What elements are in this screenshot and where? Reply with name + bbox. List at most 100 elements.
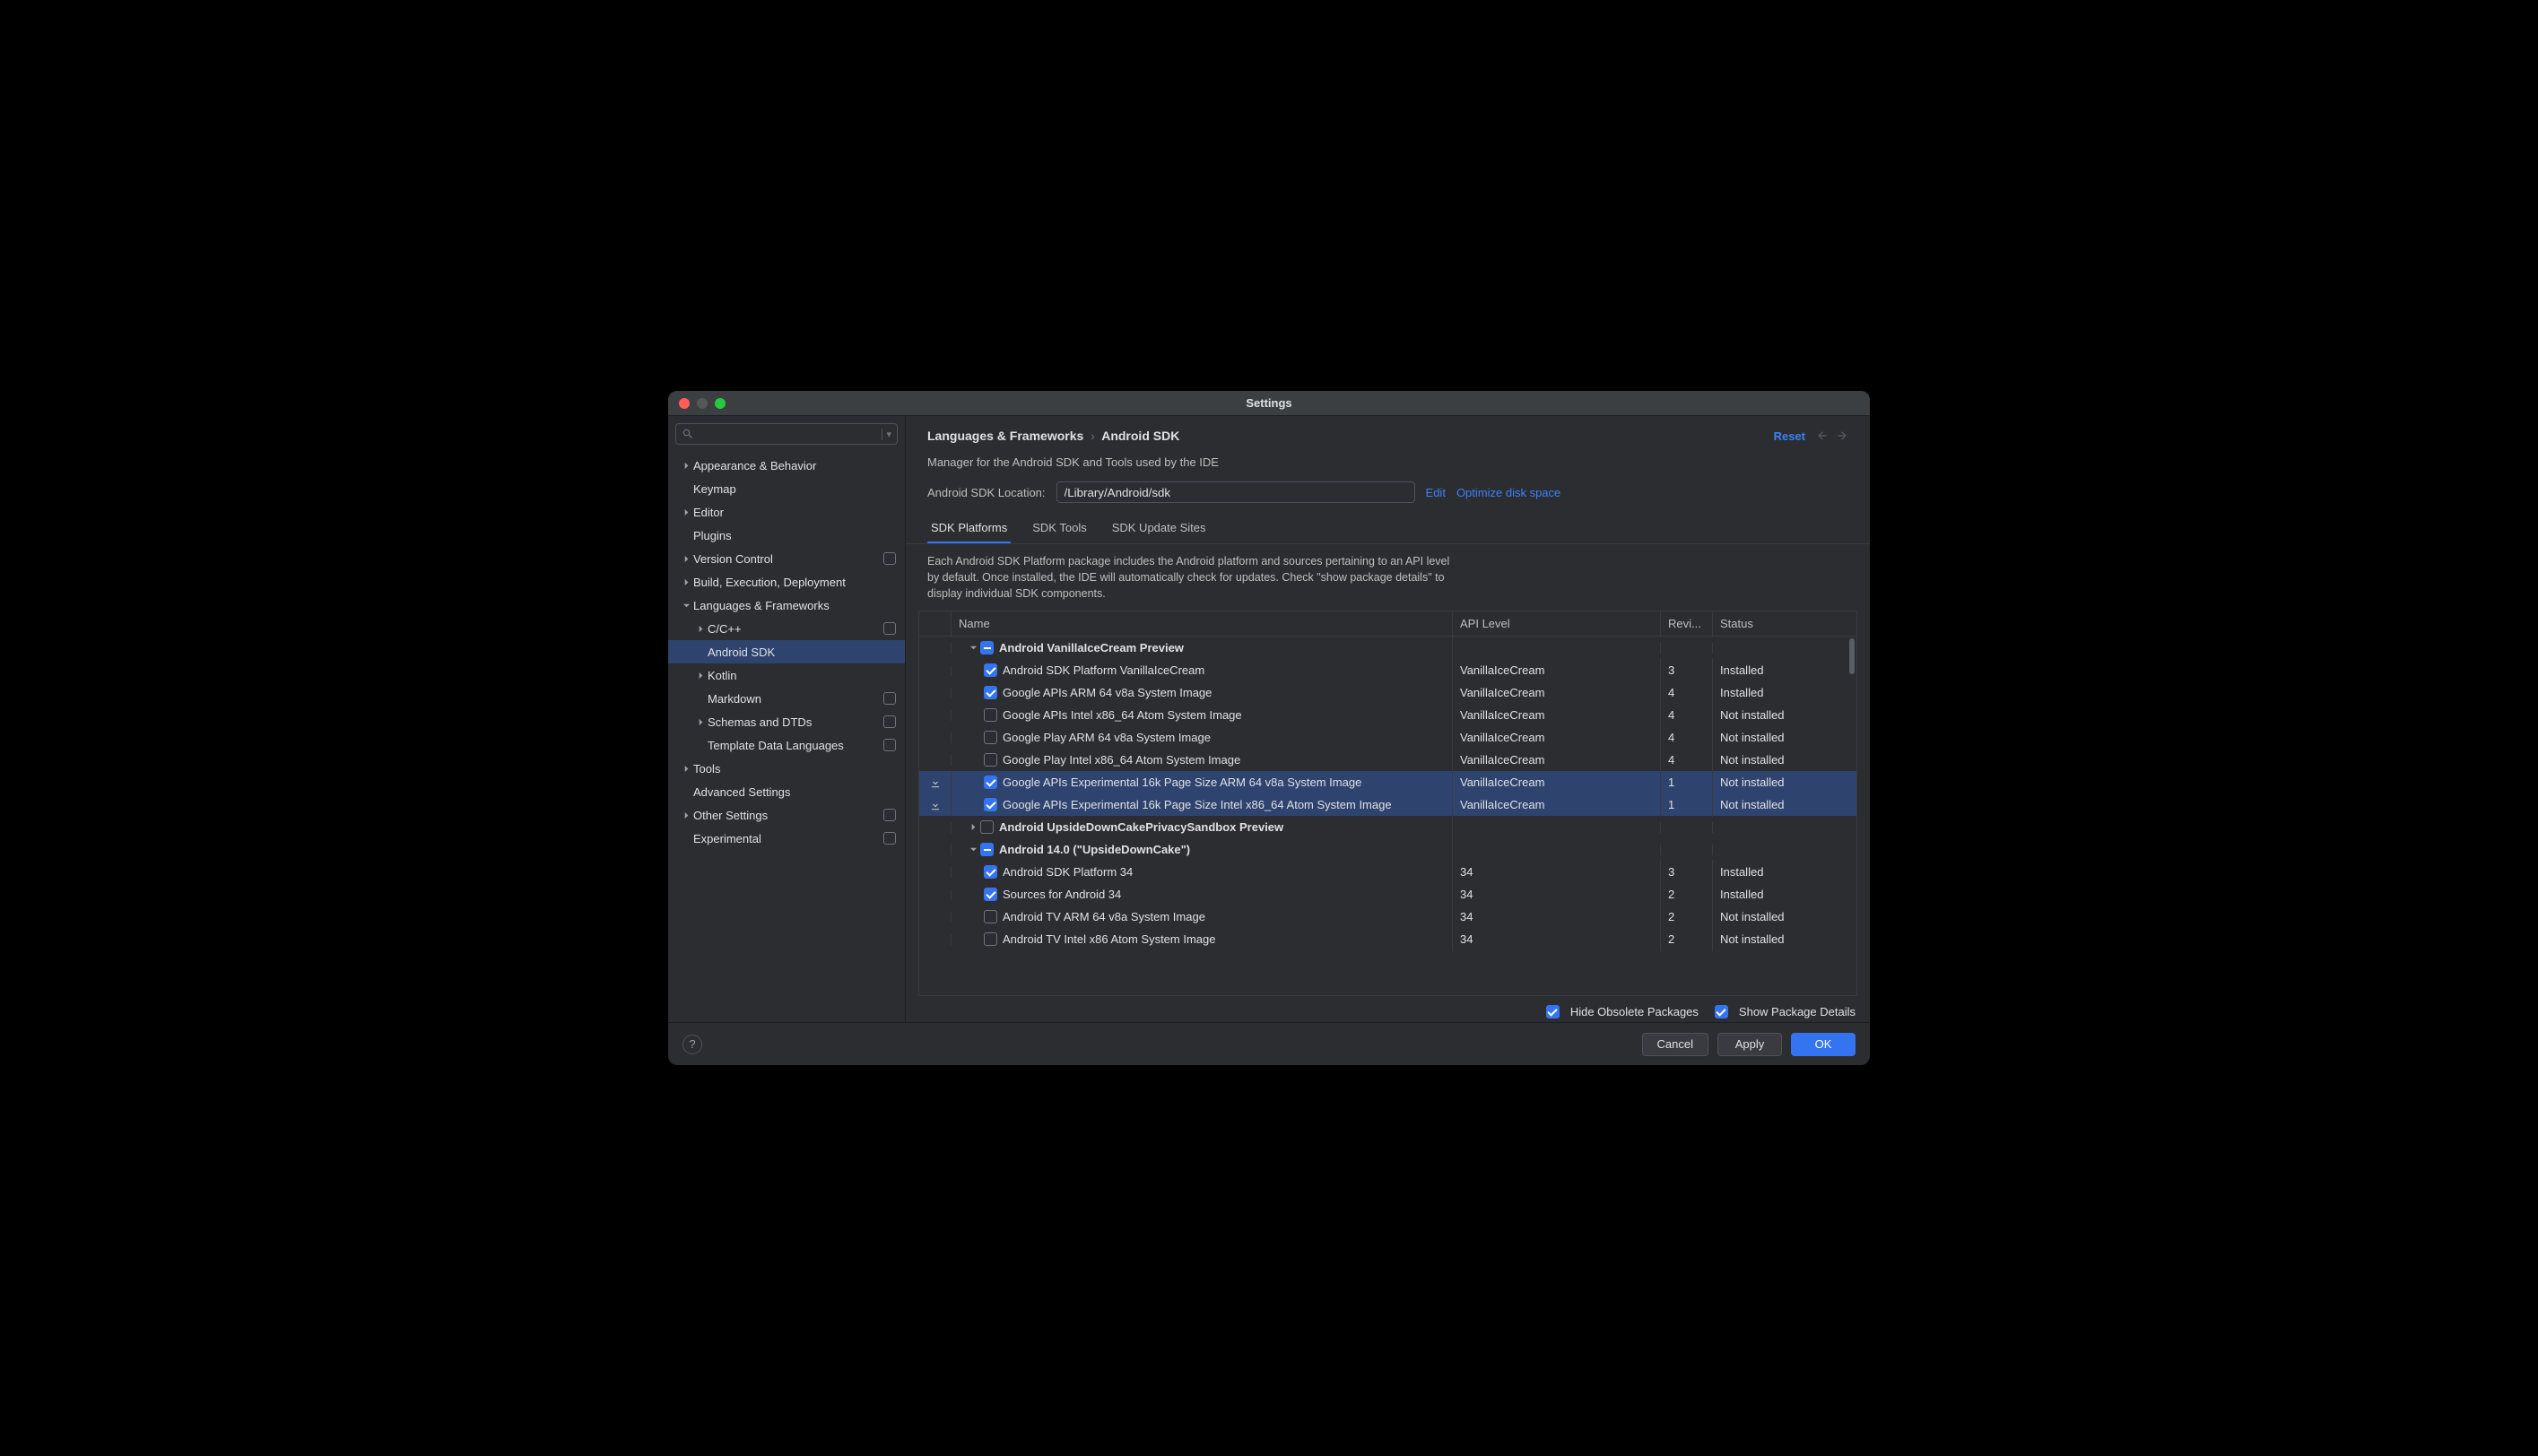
edit-link[interactable]: Edit <box>1426 486 1446 499</box>
hide-obsolete-checkbox[interactable]: Hide Obsolete Packages <box>1546 1005 1699 1018</box>
sidebar-item-appearance-behavior[interactable]: Appearance & Behavior <box>668 454 905 477</box>
tab-sdk-platforms[interactable]: SDK Platforms <box>927 512 1011 543</box>
sidebar-item-build-execution-deployment[interactable]: Build, Execution, Deployment <box>668 570 905 594</box>
checkbox[interactable] <box>980 843 994 856</box>
sidebar-item-languages-frameworks[interactable]: Languages & Frameworks <box>668 594 905 617</box>
chevron-icon[interactable] <box>966 820 980 835</box>
modified-icon <box>883 832 896 845</box>
show-details-checkbox[interactable]: Show Package Details <box>1715 1005 1856 1018</box>
checkbox[interactable] <box>984 910 997 923</box>
table-row[interactable]: Google Play Intel x86_64 Atom System Ima… <box>919 749 1856 771</box>
table-row[interactable]: Android TV Intel x86 Atom System Image34… <box>919 928 1856 950</box>
download-icon <box>929 799 942 811</box>
zoom-icon[interactable] <box>715 398 726 409</box>
checkbox[interactable] <box>984 663 997 677</box>
chevron-icon <box>693 738 708 752</box>
row-revision: 1 <box>1661 793 1713 817</box>
row-status: Not installed <box>1713 748 1856 772</box>
row-status: Not installed <box>1713 703 1856 727</box>
forward-icon[interactable] <box>1836 429 1848 442</box>
settings-tree[interactable]: Appearance & BehaviorKeymap Editor Plugins… <box>668 452 905 1022</box>
row-name: Sources for Android 34 <box>1003 888 1121 901</box>
sidebar-item-label: Template Data Languages <box>708 739 883 752</box>
sidebar-item-label: Schemas and DTDs <box>708 715 883 729</box>
table-row[interactable]: Android TV ARM 64 v8a System Image342Not… <box>919 906 1856 928</box>
checkbox-icon <box>1715 1005 1728 1018</box>
table-row[interactable]: Google APIs Intel x86_64 Atom System Ima… <box>919 704 1856 726</box>
chevron-icon[interactable] <box>966 843 980 857</box>
table-group-row[interactable]: Android UpsideDownCakePrivacySandbox Pre… <box>919 816 1856 838</box>
sidebar-item-label: Other Settings <box>693 809 883 822</box>
apply-button[interactable]: Apply <box>1717 1033 1782 1056</box>
table-row[interactable]: Google Play ARM 64 v8a System ImageVanil… <box>919 726 1856 749</box>
table-row[interactable]: Google APIs Experimental 16k Page Size A… <box>919 771 1856 793</box>
optimize-link[interactable]: Optimize disk space <box>1456 486 1560 499</box>
table-body[interactable]: Android VanillaIceCream PreviewAndroid S… <box>919 637 1856 995</box>
close-icon[interactable] <box>679 398 690 409</box>
checkbox[interactable] <box>984 686 997 699</box>
back-icon[interactable] <box>1816 429 1829 442</box>
checkbox[interactable] <box>984 753 997 767</box>
scrollbar-thumb[interactable] <box>1849 638 1855 674</box>
checkbox[interactable] <box>984 932 997 946</box>
help-button[interactable]: ? <box>682 1035 702 1054</box>
breadcrumb: Languages & Frameworks › Android SDK <box>927 429 1774 443</box>
modified-icon <box>883 809 896 821</box>
table-group-row[interactable]: Android 14.0 ("UpsideDownCake") <box>919 838 1856 861</box>
search-input[interactable]: ▾ <box>675 423 898 445</box>
sidebar-item-keymap[interactable]: Keymap <box>668 477 905 500</box>
cancel-button[interactable]: Cancel <box>1642 1033 1708 1056</box>
checkbox[interactable] <box>984 798 997 811</box>
table-row[interactable]: Sources for Android 34342Installed <box>919 883 1856 906</box>
chevron-icon <box>679 831 693 845</box>
sidebar-item-editor[interactable]: Editor <box>668 500 905 524</box>
table-group-row[interactable]: Android VanillaIceCream Preview <box>919 637 1856 659</box>
row-name: Android SDK Platform 34 <box>1003 865 1133 879</box>
checkbox[interactable] <box>980 641 994 654</box>
search-icon <box>682 428 694 440</box>
checkbox[interactable] <box>984 776 997 789</box>
sdk-location-input[interactable] <box>1056 481 1415 503</box>
chevron-icon <box>679 481 693 496</box>
sidebar-item-label: Experimental <box>693 832 883 845</box>
row-api: VanillaIceCream <box>1453 748 1661 772</box>
table-row[interactable]: Google APIs Experimental 16k Page Size I… <box>919 793 1856 816</box>
sidebar-item-experimental[interactable]: Experimental <box>668 827 905 850</box>
sidebar-item-advanced-settings[interactable]: Advanced Settings <box>668 780 905 803</box>
row-api: VanillaIceCream <box>1453 793 1661 817</box>
sidebar-item-schemas-and-dtds[interactable]: Schemas and DTDs <box>668 710 905 733</box>
checkbox[interactable] <box>984 865 997 879</box>
row-revision: 3 <box>1661 658 1713 682</box>
sidebar-item-c-c-[interactable]: C/C++ <box>668 617 905 640</box>
reset-link[interactable]: Reset <box>1774 429 1805 443</box>
tab-sdk-tools[interactable]: SDK Tools <box>1029 512 1090 543</box>
sidebar-item-label: Editor <box>693 506 896 519</box>
sidebar-item-tools[interactable]: Tools <box>668 757 905 780</box>
checkbox[interactable] <box>984 731 997 744</box>
checkbox[interactable] <box>980 820 994 834</box>
row-status <box>1713 822 1856 833</box>
sidebar-item-other-settings[interactable]: Other Settings <box>668 803 905 827</box>
table-row[interactable]: Google APIs ARM 64 v8a System ImageVanil… <box>919 681 1856 704</box>
chevron-icon[interactable] <box>966 641 980 655</box>
tab-sdk-update-sites[interactable]: SDK Update Sites <box>1108 512 1210 543</box>
sidebar-item-android-sdk[interactable]: Android SDK <box>668 640 905 663</box>
modified-icon <box>883 715 896 728</box>
ok-button[interactable]: OK <box>1791 1033 1856 1056</box>
sidebar-item-kotlin[interactable]: Kotlin <box>668 663 905 687</box>
window-controls <box>679 398 726 409</box>
checkbox[interactable] <box>984 888 997 901</box>
sidebar-item-label: Build, Execution, Deployment <box>693 576 896 589</box>
checkbox[interactable] <box>984 708 997 722</box>
sidebar-item-version-control[interactable]: Version Control <box>668 547 905 570</box>
footer: ? Cancel Apply OK <box>668 1022 1870 1065</box>
row-status <box>1713 643 1856 654</box>
minimize-icon[interactable] <box>697 398 708 409</box>
table-row[interactable]: Android SDK Platform 34343Installed <box>919 861 1856 883</box>
modified-icon <box>883 739 896 751</box>
sidebar-item-markdown[interactable]: Markdown <box>668 687 905 710</box>
sidebar-item-plugins[interactable]: Plugins <box>668 524 905 547</box>
row-status: Installed <box>1713 680 1856 705</box>
table-row[interactable]: Android SDK Platform VanillaIceCreamVani… <box>919 659 1856 681</box>
sidebar-item-template-data-languages[interactable]: Template Data Languages <box>668 733 905 757</box>
